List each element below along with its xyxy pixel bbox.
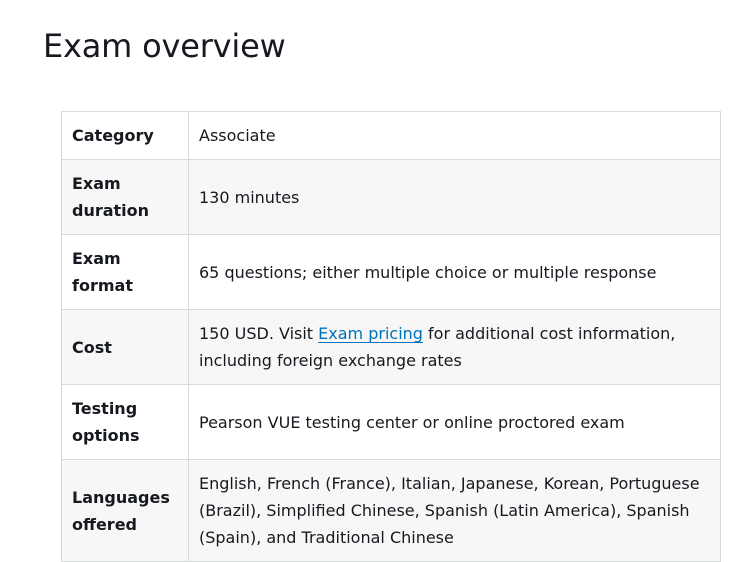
category-label: Category	[61, 111, 189, 160]
cost-value: 150 USD. Visit Exam pricing for addition…	[188, 309, 721, 385]
category-value: Associate	[188, 111, 721, 160]
languages-offered-label: Languages offered	[61, 459, 189, 562]
testing-options-value: Pearson VUE testing center or online pro…	[188, 384, 721, 460]
cost-value-prefix: 150 USD. Visit	[199, 324, 319, 343]
table-row-exam-format: Exam format 65 questions; either multipl…	[61, 234, 721, 310]
exam-duration-value: 130 minutes	[188, 159, 721, 235]
table-row-languages-offered: Languages offered English, French (Franc…	[61, 459, 721, 562]
table-row-exam-duration: Exam duration 130 minutes	[61, 159, 721, 235]
testing-options-label: Testing options	[61, 384, 189, 460]
languages-offered-value: English, French (France), Italian, Japan…	[188, 459, 721, 562]
exam-format-value: 65 questions; either multiple choice or …	[188, 234, 721, 310]
table-row-cost: Cost 150 USD. Visit Exam pricing for add…	[61, 309, 721, 385]
page-title: Exam overview	[43, 27, 286, 65]
exam-overview-table: Category Associate Exam duration 130 min…	[61, 111, 721, 562]
table-row-category: Category Associate	[61, 111, 721, 160]
table-row-testing-options: Testing options Pearson VUE testing cent…	[61, 384, 721, 460]
exam-duration-label: Exam duration	[61, 159, 189, 235]
exam-format-label: Exam format	[61, 234, 189, 310]
exam-pricing-link[interactable]: Exam pricing	[318, 324, 423, 343]
cost-label: Cost	[61, 309, 189, 385]
